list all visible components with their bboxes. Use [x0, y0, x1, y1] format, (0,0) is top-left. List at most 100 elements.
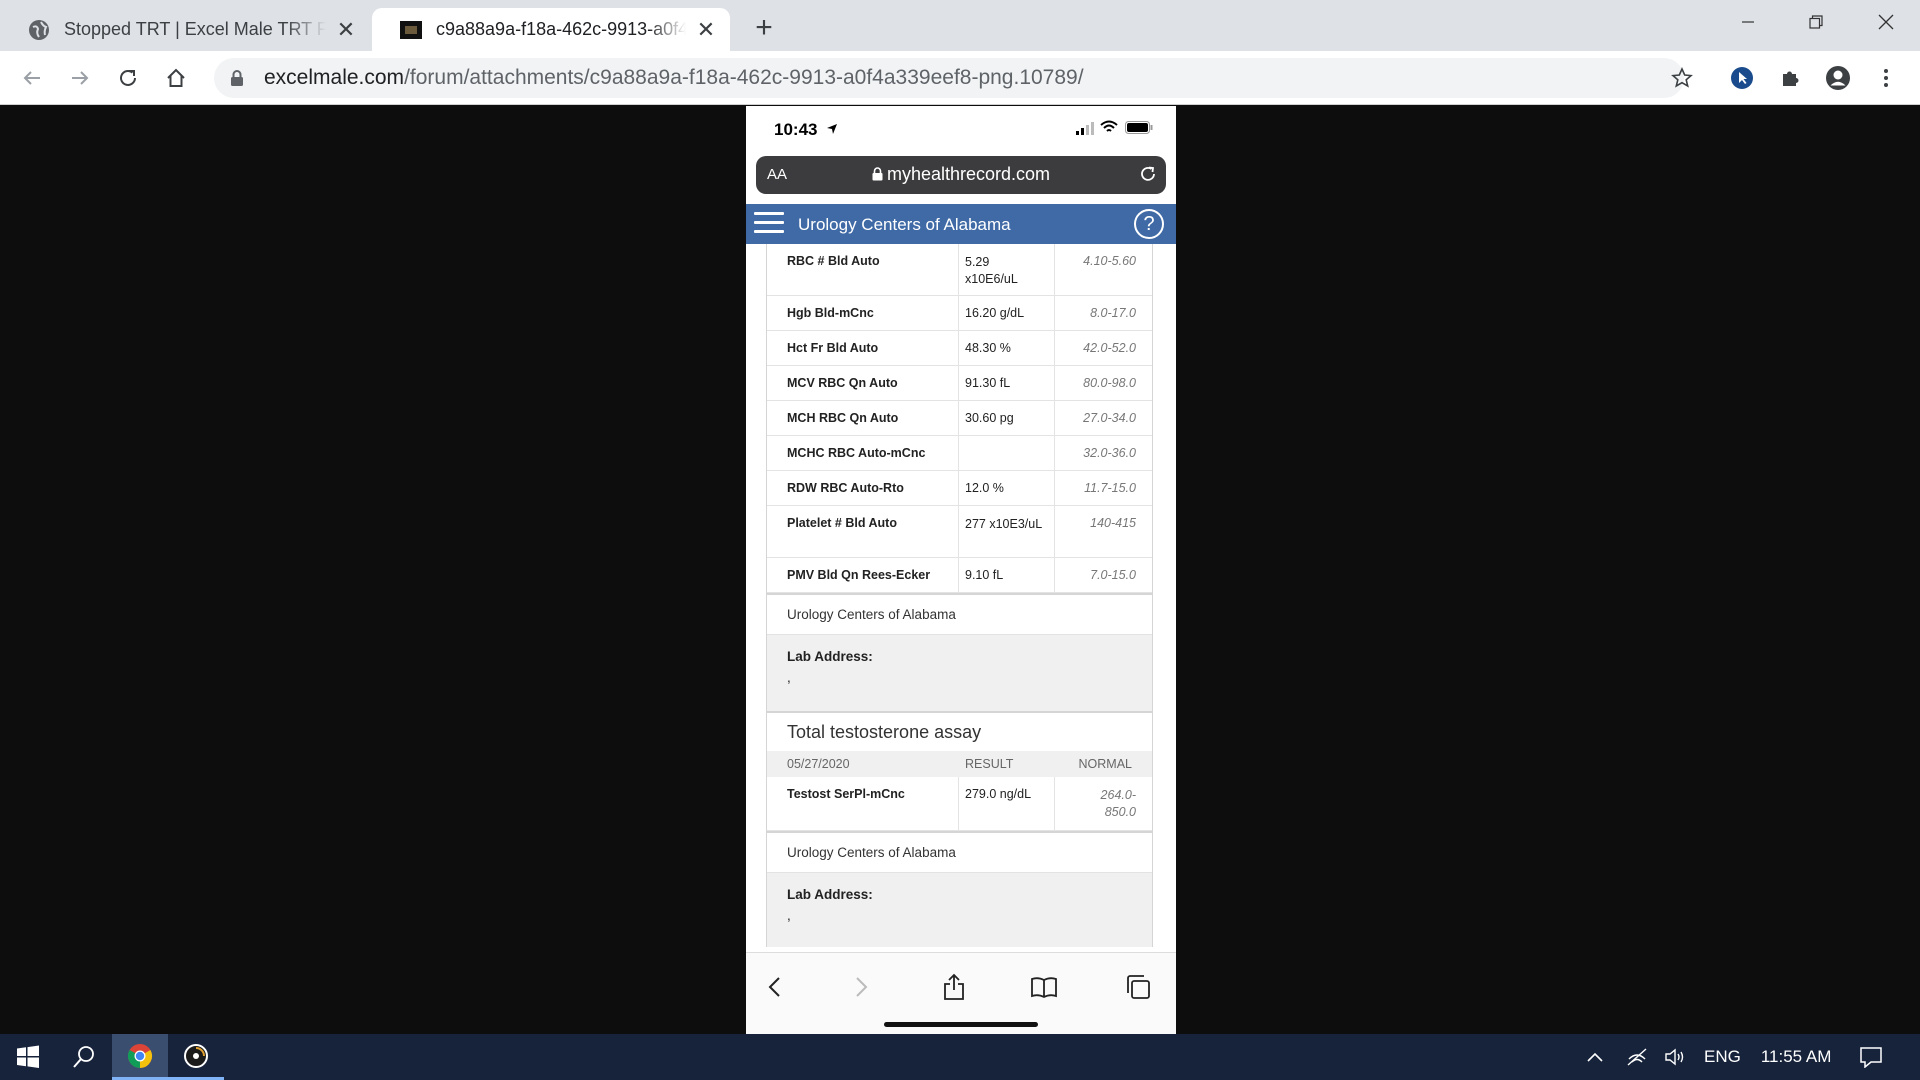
extensions-menu-button[interactable]	[1772, 60, 1808, 96]
test-normal-range: 11.7-15.0	[1084, 481, 1136, 495]
test-result: 277 x10E3/uL	[965, 517, 1043, 531]
minimize-icon	[1742, 21, 1754, 23]
safari-back-button[interactable]	[756, 969, 792, 1005]
test-normal-range: 80.0-98.0	[1083, 376, 1136, 390]
ios-status-bar: 10:43	[746, 106, 1176, 152]
lab-address-block: Lab Address: ,	[767, 873, 1152, 947]
restore-icon	[1809, 15, 1823, 29]
system-tray: ENG 11:55 AM	[1586, 1034, 1883, 1080]
image-viewer: 10:43 AA myhealthrecord.com Urology Cent…	[0, 106, 1920, 1034]
chevron-right-icon	[856, 977, 868, 997]
wifi-icon	[1100, 120, 1118, 132]
tab-title: c9a88a9a-f18a-462c-9913-a0f4a	[436, 19, 686, 39]
table-row: RBC # Bld Auto 5.29 x10E6/uL 4.10-5.60	[767, 244, 1152, 296]
tab-strip: Stopped TRT | Excel Male TRT For ✕ c9a88…	[0, 0, 1920, 51]
table-row: Testost SerPl-mCnc 279.0 ng/dL 264.0-850…	[767, 777, 1152, 831]
test-result: 279.0 ng/dL	[965, 787, 1032, 801]
table-row: Hct Fr Bld Auto 48.30 % 42.0-52.0	[767, 331, 1152, 366]
test-name: MCH RBC Qn Auto	[787, 411, 899, 425]
test-name: MCHC RBC Auto-mCnc	[787, 446, 926, 460]
star-icon	[1671, 67, 1693, 88]
account-circle-icon	[1826, 66, 1850, 90]
extension-button[interactable]	[1724, 60, 1760, 96]
start-button[interactable]	[0, 1034, 56, 1080]
reload-button[interactable]	[110, 60, 146, 96]
browser-toolbar: excelmale.com/forum/attachments/c9a88a9a…	[0, 51, 1920, 105]
test-result: 16.20 g/dL	[965, 306, 1025, 320]
safari-address-bar[interactable]: AA myhealthrecord.com	[756, 156, 1166, 194]
action-center-icon[interactable]	[1859, 1046, 1883, 1068]
chrome-icon	[127, 1043, 153, 1068]
tabs-button[interactable]	[1120, 969, 1156, 1005]
network-icon[interactable]	[1626, 1047, 1648, 1067]
image-thumbnail-icon	[400, 20, 422, 39]
profile-button[interactable]	[1820, 60, 1856, 96]
home-indicator	[884, 1022, 1038, 1027]
lab-address-label: Lab Address:	[787, 649, 873, 664]
reload-icon[interactable]	[1138, 164, 1158, 184]
cursor-extension-icon	[1731, 67, 1753, 89]
close-tab-icon[interactable]: ✕	[694, 17, 718, 42]
url-path: /forum/attachments/c9a88a9a-f18a-462c-99…	[404, 66, 1084, 89]
search-button[interactable]	[56, 1034, 112, 1080]
test-normal-range: 27.0-34.0	[1083, 411, 1136, 425]
new-tab-button[interactable]: +	[748, 11, 780, 44]
chrome-menu-button[interactable]	[1868, 60, 1904, 96]
table-row: MCH RBC Qn Auto 30.60 pg 27.0-34.0	[767, 401, 1152, 436]
assay-title: Total testosterone assay	[767, 711, 1152, 751]
share-button[interactable]	[936, 969, 972, 1005]
close-window-button[interactable]	[1852, 0, 1920, 44]
tabs-icon	[1127, 975, 1150, 999]
test-name: Platelet # Bld Auto	[787, 516, 897, 530]
lab-results: RBC # Bld Auto 5.29 x10E6/uL 4.10-5.60 H…	[766, 244, 1153, 947]
chevron-left-icon	[768, 977, 780, 997]
test-result: 9.10 fL	[965, 568, 1004, 582]
test-result: 91.30 fL	[965, 376, 1011, 390]
chevron-up-icon[interactable]	[1586, 1051, 1604, 1063]
location-arrow-icon	[827, 124, 837, 134]
tab-title: Stopped TRT | Excel Male TRT For	[64, 19, 326, 39]
forward-button[interactable]	[62, 60, 98, 96]
taskbar-media-app[interactable]	[168, 1034, 224, 1080]
back-button[interactable]	[14, 60, 50, 96]
tab-attachment-image[interactable]: c9a88a9a-f18a-462c-9913-a0f4a ✕	[372, 8, 730, 51]
table-row: Platelet # Bld Auto 277 x10E3/uL 140-415	[767, 506, 1152, 558]
result-column-header: RESULT	[965, 757, 1014, 771]
tab-stopped-trt[interactable]: Stopped TRT | Excel Male TRT For ✕	[0, 8, 370, 51]
minimize-button[interactable]	[1714, 0, 1782, 44]
test-name: Hgb Bld-mCnc	[787, 306, 874, 320]
table-row: MCV RBC Qn Auto 91.30 fL 80.0-98.0	[767, 366, 1152, 401]
help-icon[interactable]: ?	[1134, 209, 1164, 239]
reload-icon	[120, 69, 136, 86]
signal-icon	[1076, 122, 1094, 135]
volume-icon[interactable]	[1664, 1047, 1688, 1067]
site-title: Urology Centers of Alabama	[798, 215, 1011, 234]
hamburger-menu-icon[interactable]	[754, 212, 784, 236]
taskbar-chrome[interactable]	[112, 1034, 168, 1080]
test-result: 12.0 %	[965, 481, 1004, 495]
test-normal-range: 264.0-850.0	[1100, 788, 1136, 819]
address-bar[interactable]: excelmale.com/forum/attachments/c9a88a9a…	[214, 58, 1684, 98]
safari-forward-button[interactable]	[844, 969, 880, 1005]
bookmarks-button[interactable]	[1026, 969, 1062, 1005]
test-normal-range: 42.0-52.0	[1083, 341, 1136, 355]
test-name: Testost SerPl-mCnc	[787, 787, 905, 801]
table-row: PMV Bld Qn Rees-Ecker 9.10 fL 7.0-15.0	[767, 558, 1152, 593]
taskbar-clock[interactable]: 11:55 AM	[1761, 1047, 1832, 1067]
language-indicator[interactable]: ENG	[1704, 1047, 1741, 1067]
restore-button[interactable]	[1782, 0, 1850, 44]
search-icon	[73, 1046, 94, 1068]
home-button[interactable]	[158, 60, 194, 96]
assay-date: 05/27/2020	[787, 757, 850, 771]
more-vertical-icon	[1884, 69, 1888, 87]
globe-icon	[29, 19, 49, 40]
home-icon	[167, 68, 185, 87]
test-normal-range: 32.0-36.0	[1083, 446, 1136, 460]
windows-taskbar: ENG 11:55 AM	[0, 1034, 1920, 1080]
arrow-left-icon	[23, 71, 40, 85]
test-name: RDW RBC Auto-Rto	[787, 481, 904, 495]
share-icon	[944, 973, 964, 1000]
puzzle-icon	[1783, 71, 1799, 86]
bookmark-button[interactable]	[1664, 60, 1700, 96]
close-tab-icon[interactable]: ✕	[334, 17, 358, 42]
